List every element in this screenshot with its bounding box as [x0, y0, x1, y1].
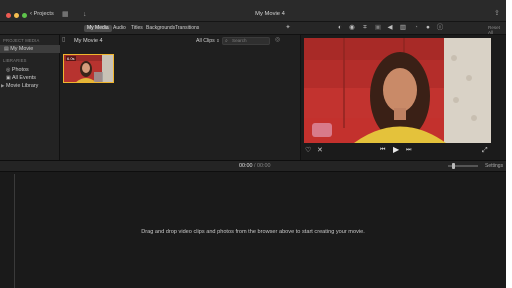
- video-frame-image: [304, 38, 491, 143]
- share-icon[interactable]: ⇪: [494, 10, 500, 17]
- volume-icon[interactable]: ◀: [386, 24, 394, 32]
- close-window-button[interactable]: [6, 13, 11, 18]
- imovie-window: ‹ Projects ▦ ↓ My Movie 4 ⇪ My Media Aud…: [0, 0, 506, 288]
- zoom-slider-knob[interactable]: [452, 163, 455, 169]
- tab-audio[interactable]: Audio: [110, 25, 129, 32]
- tab-transitions[interactable]: Transitions: [172, 25, 202, 32]
- search-icon: ⌕: [225, 38, 228, 44]
- film-icon: ▤: [4, 46, 9, 52]
- browser-settings-icon[interactable]: ◎: [275, 37, 280, 44]
- chevron-left-icon: ‹: [30, 11, 32, 17]
- disclosure-triangle-icon: ▶: [1, 83, 5, 88]
- sidebar-toggle-icon[interactable]: ▯: [62, 37, 65, 44]
- projects-back-button[interactable]: ‹ Projects: [30, 11, 54, 17]
- all-clips-filter[interactable]: All Clips ⇕: [196, 38, 220, 44]
- speed-icon[interactable]: ◔: [412, 24, 420, 32]
- search-input[interactable]: ⌕ Search: [222, 37, 270, 45]
- page-edge: [506, 0, 512, 288]
- sidebar-item-all-events[interactable]: ▣ All Events: [6, 74, 36, 82]
- color-correction-icon[interactable]: ◉: [348, 24, 356, 32]
- timeline-empty-message: Drag and drop video clips and photos fro…: [141, 229, 365, 235]
- clip-thumbnail[interactable]: 6.0s: [63, 54, 114, 83]
- video-preview: [304, 38, 491, 143]
- crop-icon[interactable]: ⌗: [361, 24, 369, 32]
- libraries-sidebar: [0, 35, 60, 160]
- zoom-window-button[interactable]: [22, 13, 27, 18]
- window-title: My Movie 4: [255, 11, 285, 17]
- reject-icon[interactable]: ✕: [317, 147, 323, 154]
- media-view-toggle-icon[interactable]: ▦: [62, 11, 69, 18]
- chevron-updown-icon: ⇕: [216, 38, 220, 43]
- stabilization-icon[interactable]: ▣: [374, 24, 382, 32]
- clip-duration-badge: 6.0s: [66, 56, 76, 61]
- magic-wand-icon[interactable]: ✦: [284, 24, 292, 32]
- clip-filter-icon[interactable]: ●: [424, 24, 432, 32]
- timecode-display: 00:00 / 00:00: [239, 163, 271, 169]
- noise-reduction-icon[interactable]: ▥: [399, 24, 407, 32]
- color-balance-icon[interactable]: ◐: [336, 24, 344, 32]
- minimize-window-button[interactable]: [14, 13, 19, 18]
- browser-title: My Movie 4: [74, 38, 103, 44]
- photos-icon: ◎: [6, 67, 11, 73]
- timeline-settings-button[interactable]: Settings: [485, 163, 503, 169]
- favorite-heart-icon[interactable]: ♡: [305, 147, 311, 154]
- reset-all-button[interactable]: Reset All: [488, 25, 506, 35]
- info-icon[interactable]: ⓘ: [436, 24, 444, 32]
- project-media-heading: PROJECT MEDIA: [3, 38, 40, 43]
- events-icon: ▣: [6, 75, 11, 81]
- tab-my-media[interactable]: My Media: [84, 25, 112, 32]
- play-icon[interactable]: ▶: [393, 146, 399, 154]
- libraries-heading: LIBRARIES: [3, 58, 27, 63]
- fullscreen-icon[interactable]: ⤢: [482, 147, 488, 154]
- sidebar-item-movie-library[interactable]: ▶ Movie Library: [1, 82, 38, 90]
- skip-back-icon[interactable]: ⏮: [380, 147, 385, 154]
- import-arrow-icon[interactable]: ↓: [83, 11, 87, 18]
- skip-forward-icon[interactable]: ⏭: [406, 147, 411, 154]
- sidebar-item-photos[interactable]: ◎ Photos: [6, 66, 29, 74]
- sidebar-item-my-movie[interactable]: ▤ My Movie: [0, 45, 60, 53]
